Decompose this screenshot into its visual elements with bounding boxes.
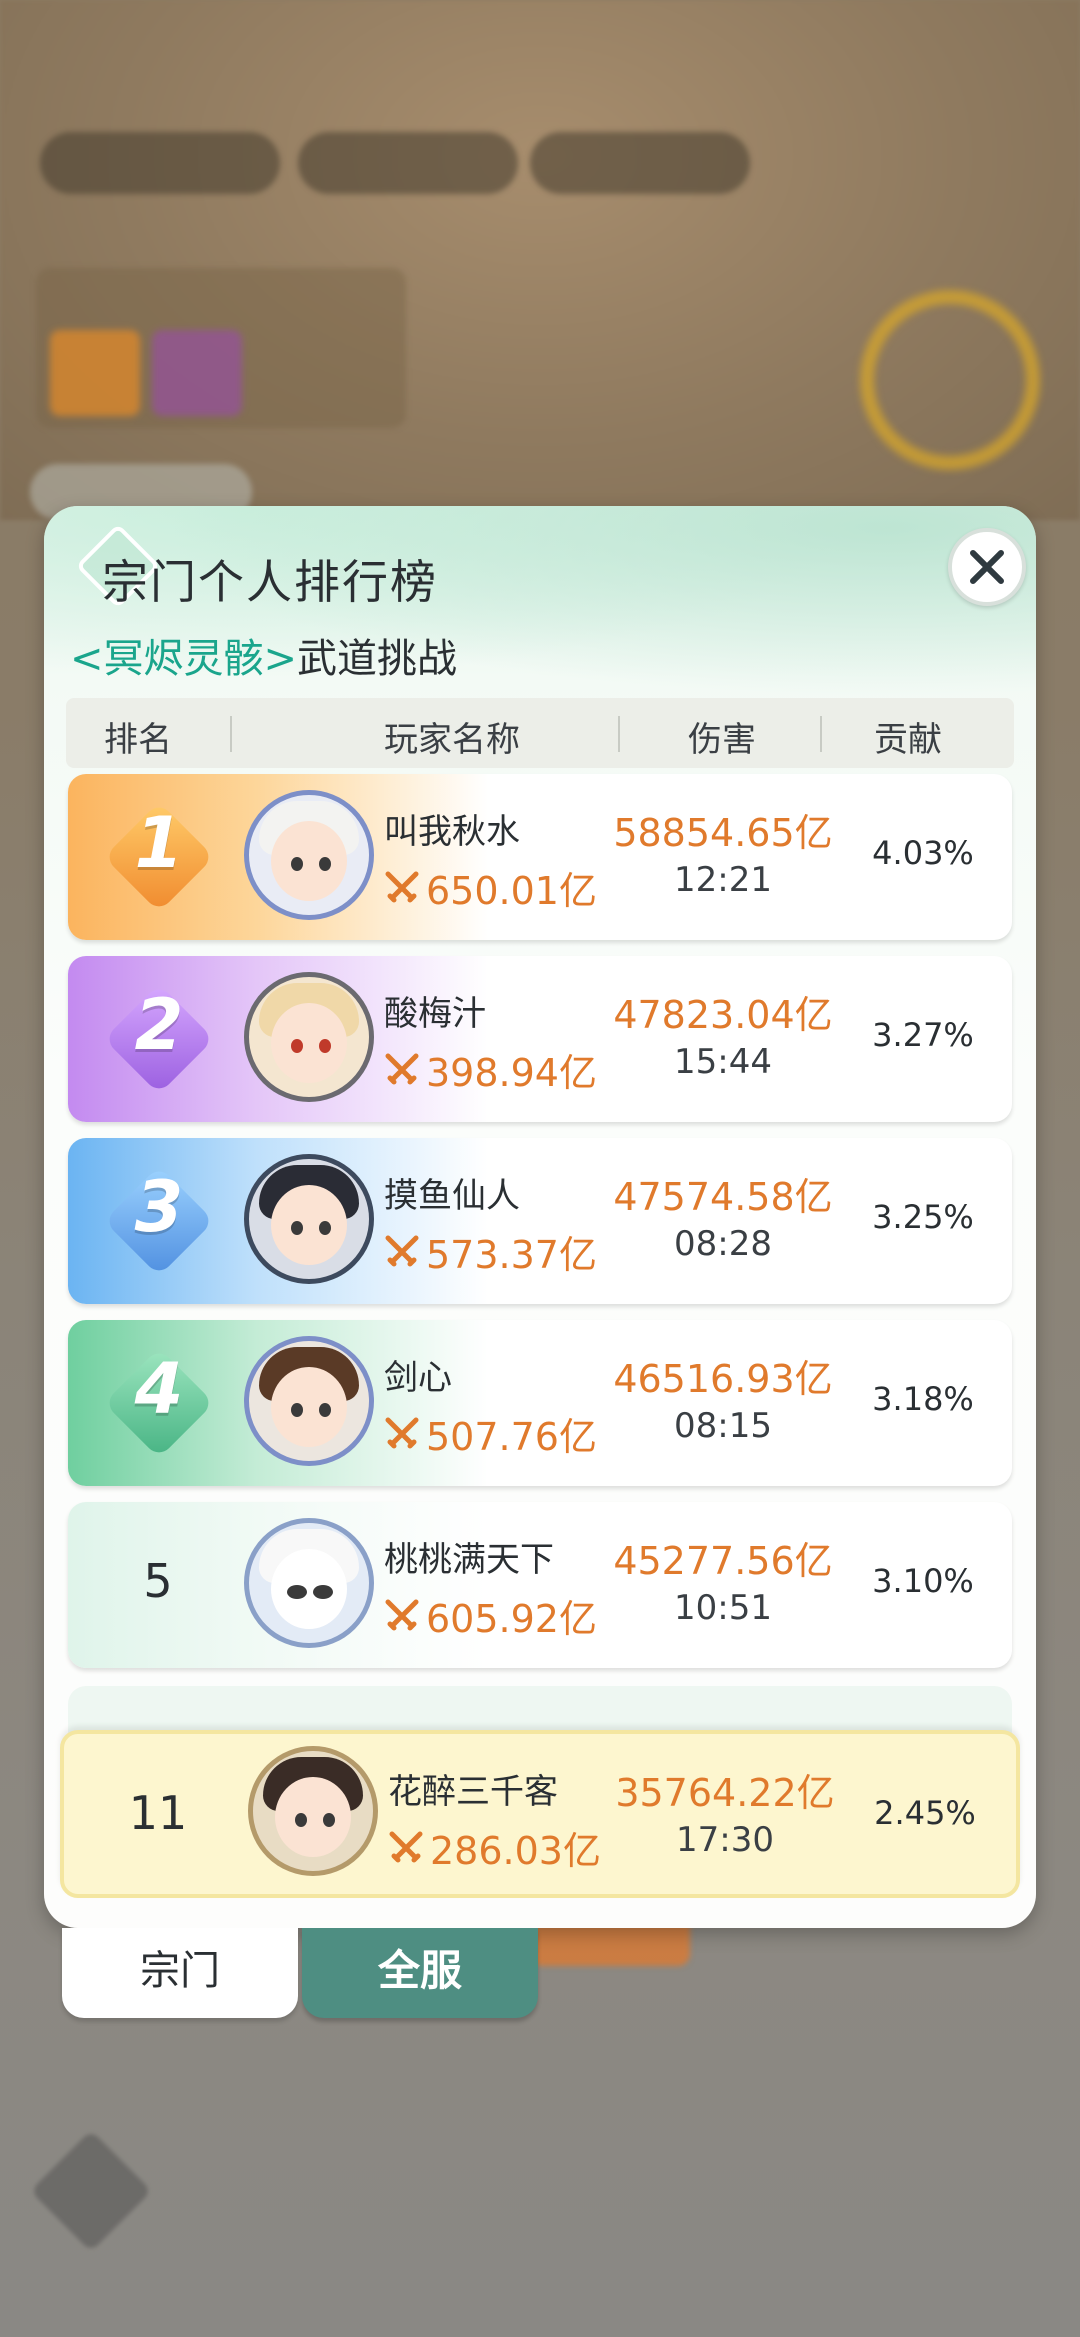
my-contribution-value: 2.45% bbox=[874, 1794, 976, 1832]
time-value: 15:44 bbox=[674, 1042, 772, 1082]
contribution-value: 3.27% bbox=[872, 1016, 974, 1054]
close-button[interactable] bbox=[948, 528, 1026, 606]
rank-number: 1 bbox=[134, 802, 184, 884]
player-name: 叫我秋水 bbox=[384, 812, 520, 852]
player-power: 507.76亿 bbox=[384, 1406, 597, 1461]
table-row[interactable]: 3 摸鱼仙人 573.37亿 47574.58亿 08:28 3.25% bbox=[68, 1138, 1012, 1304]
time-value: 08:28 bbox=[674, 1224, 772, 1264]
player-name: 桃桃满天下 bbox=[384, 1540, 554, 1580]
challenge-mode: 武道挑战 bbox=[297, 636, 458, 682]
table-row[interactable]: 4 剑心 507.76亿 46516.93亿 08:15 3.18% bbox=[68, 1320, 1012, 1486]
panel-subtitle: <冥烬灵骸>武道挑战 bbox=[70, 626, 457, 684]
crossed-swords-icon bbox=[389, 1831, 423, 1862]
damage-value: 47823.04亿 bbox=[613, 993, 833, 1037]
rank-number: 3 bbox=[134, 1166, 184, 1248]
my-player-name: 花醉三千客 bbox=[388, 1772, 558, 1812]
avatar[interactable] bbox=[244, 790, 374, 920]
player-name: 摸鱼仙人 bbox=[384, 1176, 520, 1216]
my-avatar[interactable] bbox=[248, 1746, 378, 1876]
tab-all-server[interactable]: 全服 bbox=[302, 1928, 538, 2018]
contribution-value: 3.10% bbox=[872, 1562, 974, 1600]
table-row[interactable]: 2 酸梅汁 398.94亿 47823.04亿 15:44 3.27% bbox=[68, 956, 1012, 1122]
panel-title: 宗门个人排行榜 bbox=[102, 555, 438, 609]
player-power: 605.92亿 bbox=[384, 1588, 597, 1643]
my-rank-number: 11 bbox=[128, 1786, 188, 1840]
contribution-value: 3.18% bbox=[872, 1380, 974, 1418]
rank-number: 4 bbox=[134, 1348, 184, 1430]
time-value: 12:21 bbox=[674, 860, 772, 900]
crossed-swords-icon bbox=[385, 1417, 419, 1448]
header-rank: 排名 bbox=[104, 720, 172, 760]
boss-name: <冥烬灵骸> bbox=[70, 636, 298, 682]
avatar[interactable] bbox=[244, 1154, 374, 1284]
bg-diamond-icon bbox=[30, 2130, 152, 2252]
player-power: 650.01亿 bbox=[384, 860, 597, 915]
contribution-value: 3.25% bbox=[872, 1198, 974, 1236]
header-divider bbox=[230, 716, 232, 752]
player-power: 398.94亿 bbox=[384, 1042, 597, 1097]
close-icon bbox=[970, 550, 1004, 584]
my-time-value: 17:30 bbox=[676, 1820, 774, 1860]
header-contribution: 贡献 bbox=[874, 720, 942, 760]
rank-number: 2 bbox=[134, 984, 184, 1066]
bg-event-card bbox=[36, 268, 406, 428]
damage-value: 47574.58亿 bbox=[613, 1175, 833, 1219]
crossed-swords-icon bbox=[385, 1235, 419, 1266]
avatar[interactable] bbox=[244, 972, 374, 1102]
bg-resource-pill bbox=[298, 132, 518, 194]
bg-resource-pill bbox=[530, 132, 750, 194]
ranking-panel: 宗门个人排行榜 <冥烬灵骸>武道挑战 排名 玩家名称 伤害 贡献 1 叫我秋水 … bbox=[44, 506, 1036, 1928]
time-value: 08:15 bbox=[674, 1406, 772, 1446]
table-row[interactable]: 1 叫我秋水 650.01亿 58854.65亿 12:21 4.03% bbox=[68, 774, 1012, 940]
avatar[interactable] bbox=[244, 1518, 374, 1648]
my-rank-row[interactable]: 11 花醉三千客 286.03亿 35764.22亿 17:30 2.45% bbox=[60, 1730, 1020, 1898]
table-row[interactable]: 5 桃桃满天下 605.92亿 45277.56亿 10:51 3.10% bbox=[68, 1502, 1012, 1668]
damage-value: 46516.93亿 bbox=[613, 1357, 833, 1401]
player-power: 573.37亿 bbox=[384, 1224, 597, 1279]
bg-ring-icon bbox=[860, 290, 1040, 470]
table-header: 排名 玩家名称 伤害 贡献 bbox=[66, 698, 1014, 768]
header-divider bbox=[820, 716, 822, 752]
player-name: 剑心 bbox=[384, 1358, 452, 1398]
my-damage-value: 35764.22亿 bbox=[615, 1771, 835, 1815]
bg-resource-pill bbox=[40, 132, 280, 194]
damage-value: 58854.65亿 bbox=[613, 811, 833, 855]
header-divider bbox=[618, 716, 620, 752]
header-damage: 伤害 bbox=[688, 720, 756, 760]
avatar[interactable] bbox=[244, 1336, 374, 1466]
tab-sect[interactable]: 宗门 bbox=[62, 1928, 298, 2018]
header-player: 玩家名称 bbox=[384, 720, 520, 760]
player-name: 酸梅汁 bbox=[384, 994, 486, 1034]
contribution-value: 4.03% bbox=[872, 834, 974, 872]
panel-decoration bbox=[44, 506, 1036, 726]
damage-value: 45277.56亿 bbox=[613, 1539, 833, 1583]
rank-number: 5 bbox=[143, 1554, 173, 1608]
my-player-power: 286.03亿 bbox=[388, 1820, 601, 1875]
crossed-swords-icon bbox=[385, 1599, 419, 1630]
crossed-swords-icon bbox=[385, 871, 419, 902]
time-value: 10:51 bbox=[674, 1588, 772, 1628]
crossed-swords-icon bbox=[385, 1053, 419, 1084]
